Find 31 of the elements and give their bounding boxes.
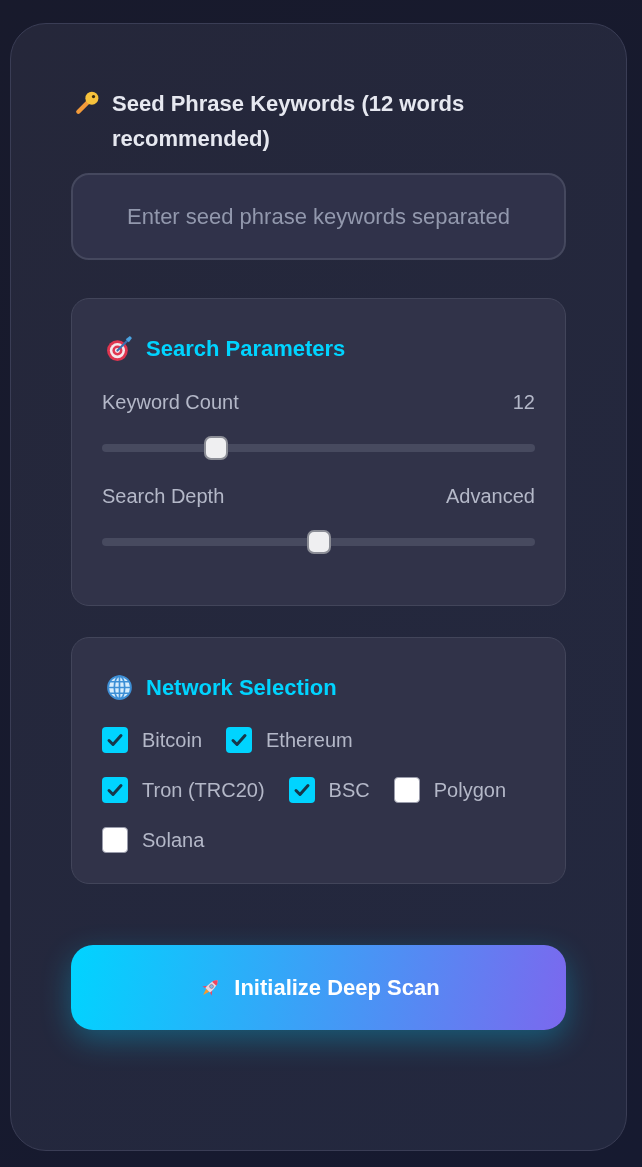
globe-icon [106, 674, 133, 701]
slider-label: Keyword Count [102, 390, 239, 415]
network-label[interactable]: Ethereum [266, 727, 353, 753]
checkbox[interactable] [102, 727, 128, 753]
field-label: Seed Phrase Keywords (12 words recommended) [112, 90, 466, 153]
panel-title: Network Selection [146, 674, 337, 702]
slider-track[interactable] [102, 436, 535, 460]
slider-reading: 12 [512, 390, 535, 415]
network-label[interactable]: Tron (TRC20) [142, 777, 265, 803]
checkbox[interactable] [102, 827, 128, 853]
slider-track[interactable] [102, 530, 535, 554]
slider-label: Search Depth [102, 484, 225, 509]
seed-phrase-input[interactable]: Enter seed phrase keywords separated [71, 173, 566, 260]
slider-reading: Advanced [446, 484, 535, 509]
checkmark-icon [106, 731, 124, 749]
checkmark-icon [230, 731, 249, 749]
key-icon [74, 90, 100, 116]
network-label[interactable]: Polygon [433, 777, 506, 803]
panel-title: Search Parameters [146, 335, 346, 363]
checkbox[interactable] [226, 727, 253, 753]
network-label[interactable]: BSC [328, 777, 370, 803]
slider-thumb[interactable] [204, 436, 229, 460]
target-icon [106, 335, 133, 362]
slider-thumb[interactable] [306, 530, 331, 554]
checkbox[interactable] [102, 777, 128, 803]
checkbox[interactable] [288, 777, 315, 803]
checkmark-icon [106, 781, 124, 799]
network-label[interactable]: Solana [142, 827, 205, 853]
checkbox[interactable] [393, 777, 420, 803]
checkmark-icon [292, 781, 311, 799]
network-label[interactable]: Bitcoin [142, 727, 203, 753]
